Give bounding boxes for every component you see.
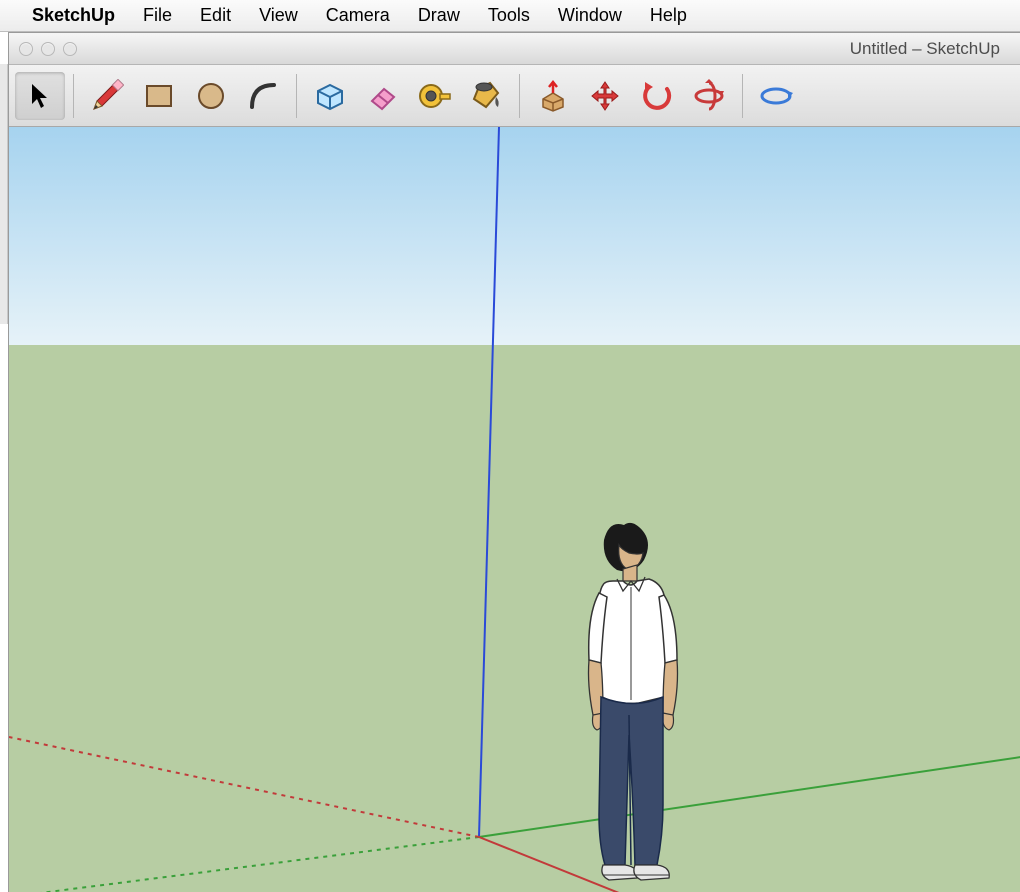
toolbar-separator xyxy=(742,74,743,118)
window-traffic-lights xyxy=(19,42,77,56)
zoom-window-button[interactable] xyxy=(63,42,77,56)
toolbar-separator xyxy=(73,74,74,118)
rotate-tool-button[interactable] xyxy=(632,72,682,120)
menu-view[interactable]: View xyxy=(245,5,312,26)
move-tool-button[interactable] xyxy=(580,72,630,120)
menu-help[interactable]: Help xyxy=(636,5,701,26)
toolbar-separator xyxy=(519,74,520,118)
eraser-icon xyxy=(364,79,400,113)
pencil-icon xyxy=(90,79,124,113)
eraser-tool-button[interactable] xyxy=(357,72,407,120)
make-component-tool-button[interactable] xyxy=(305,72,355,120)
arc-icon xyxy=(246,79,280,113)
select-tool-button[interactable] xyxy=(15,72,65,120)
left-edge-strip xyxy=(0,64,8,324)
move-icon xyxy=(587,79,623,113)
component-icon xyxy=(312,79,348,113)
pan-tool-button[interactable] xyxy=(751,72,801,120)
tape-measure-tool-button[interactable] xyxy=(409,72,459,120)
circle-tool-button[interactable] xyxy=(186,72,236,120)
menu-edit[interactable]: Edit xyxy=(186,5,245,26)
menu-draw[interactable]: Draw xyxy=(404,5,474,26)
paint-bucket-icon xyxy=(468,79,504,113)
viewport-3d[interactable] xyxy=(9,127,1020,892)
menu-file[interactable]: File xyxy=(129,5,186,26)
rotate-icon xyxy=(639,79,675,113)
ground-plane xyxy=(9,345,1020,892)
menu-camera[interactable]: Camera xyxy=(312,5,404,26)
cursor-icon xyxy=(28,82,52,110)
system-menubar: SketchUp File Edit View Camera Draw Tool… xyxy=(0,0,1020,32)
window-title: Untitled – SketchUp xyxy=(850,39,1000,59)
menu-window[interactable]: Window xyxy=(544,5,636,26)
push-pull-icon xyxy=(535,79,571,113)
tape-measure-icon xyxy=(416,79,452,113)
minimize-window-button[interactable] xyxy=(41,42,55,56)
window-titlebar: Untitled – SketchUp xyxy=(9,33,1020,65)
rectangle-tool-button[interactable] xyxy=(134,72,184,120)
arc-tool-button[interactable] xyxy=(238,72,288,120)
circle-icon xyxy=(194,79,228,113)
rectangle-icon xyxy=(142,79,176,113)
toolbar xyxy=(9,65,1020,127)
push-pull-tool-button[interactable] xyxy=(528,72,578,120)
paint-bucket-tool-button[interactable] xyxy=(461,72,511,120)
orbit-tool-button[interactable] xyxy=(684,72,734,120)
pencil-tool-button[interactable] xyxy=(82,72,132,120)
app-window: Untitled – SketchUp xyxy=(8,32,1020,892)
sky-background xyxy=(9,127,1020,345)
pan-icon xyxy=(758,79,794,113)
menu-tools[interactable]: Tools xyxy=(474,5,544,26)
toolbar-separator xyxy=(296,74,297,118)
orbit-icon xyxy=(691,79,727,113)
app-menu[interactable]: SketchUp xyxy=(32,5,129,26)
close-window-button[interactable] xyxy=(19,42,33,56)
